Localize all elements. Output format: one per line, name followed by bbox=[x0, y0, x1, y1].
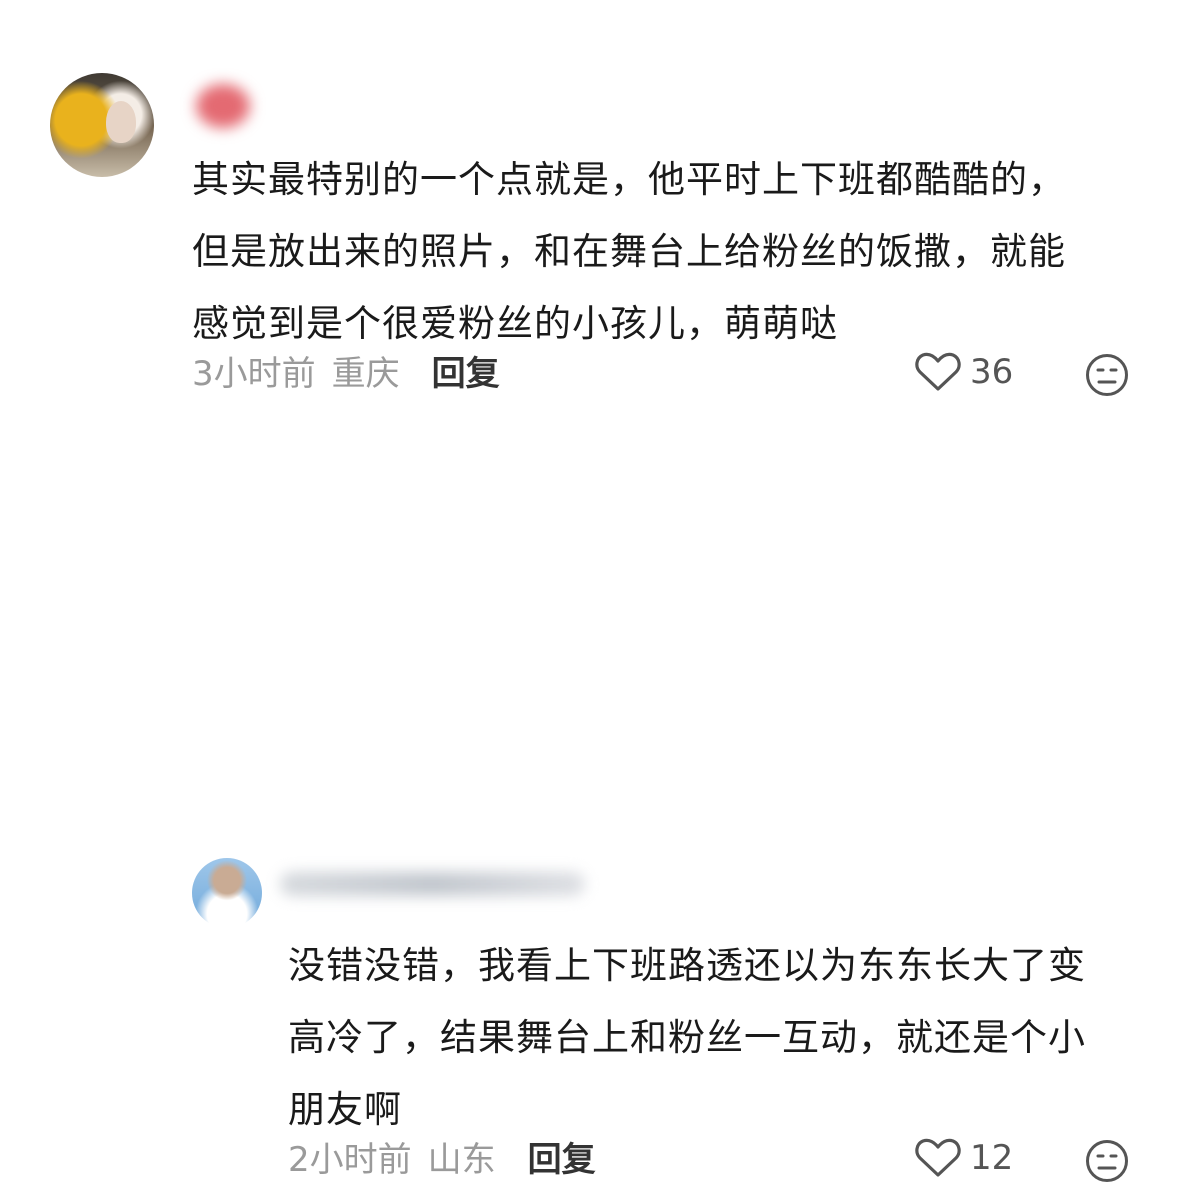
like-count: 12 bbox=[970, 1138, 1014, 1178]
reply-item: 没错没错，我看上下班路透还以为东东长大了变高冷了，结果舞台上和粉丝一互动，就还是… bbox=[0, 420, 1179, 1182]
like-button[interactable]: 12 bbox=[914, 1136, 1013, 1180]
user-avatar[interactable] bbox=[192, 858, 262, 928]
heart-icon bbox=[915, 1138, 961, 1177]
comment-time: 3小时前 bbox=[192, 354, 316, 394]
like-count: 36 bbox=[970, 352, 1014, 392]
dislike-button[interactable] bbox=[1084, 352, 1130, 398]
meh-face-icon bbox=[1086, 354, 1128, 396]
comment-location: 重庆 bbox=[331, 354, 400, 394]
comment-meta: 3小时前 重庆 回复 bbox=[192, 354, 500, 394]
like-button[interactable]: 36 bbox=[914, 350, 1013, 394]
comment-time: 2小时前 bbox=[288, 1140, 412, 1180]
user-avatar[interactable] bbox=[50, 73, 154, 177]
comment-location: 山东 bbox=[427, 1140, 496, 1180]
comment-text: 没错没错，我看上下班路透还以为东东长大了变高冷了，结果舞台上和粉丝一互动，就还是… bbox=[288, 944, 1086, 1131]
comment-text: 其实最特别的一个点就是，他平时上下班都酷酷的，但是放出来的照片，和在舞台上给粉丝… bbox=[192, 158, 1066, 345]
username-blurred[interactable] bbox=[280, 872, 585, 896]
comment-item: 其实最特别的一个点就是，他平时上下班都酷酷的，但是放出来的照片，和在舞台上给粉丝… bbox=[0, 0, 1179, 420]
reply-button[interactable]: 回复 bbox=[432, 354, 500, 394]
reply-button[interactable]: 回复 bbox=[528, 1140, 596, 1180]
username-blurred[interactable] bbox=[196, 84, 250, 128]
heart-icon bbox=[915, 352, 961, 391]
dislike-button[interactable] bbox=[1084, 1138, 1130, 1184]
comment-meta: 2小时前 山东 回复 bbox=[288, 1140, 596, 1180]
meh-face-icon bbox=[1086, 1140, 1128, 1182]
